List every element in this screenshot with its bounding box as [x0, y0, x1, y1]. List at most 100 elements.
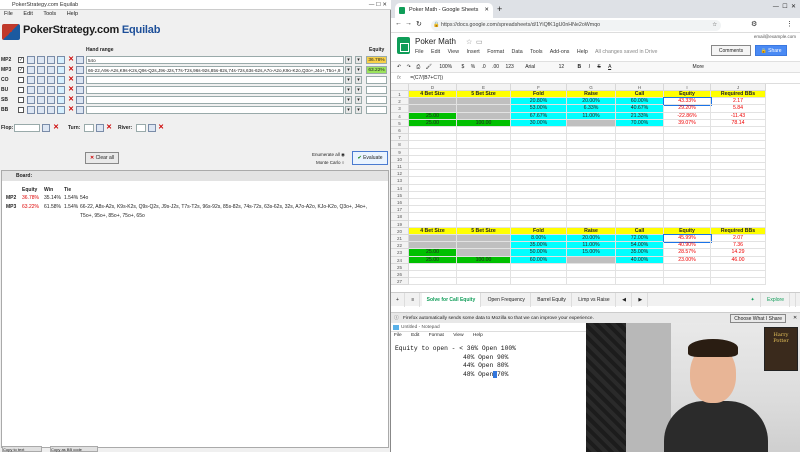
preflop-icon[interactable]: [76, 96, 84, 104]
grid-cell[interactable]: [711, 170, 766, 178]
random-icon[interactable]: [57, 66, 65, 74]
table-cell[interactable]: 20.80%: [511, 98, 567, 106]
forward-icon[interactable]: →: [405, 20, 412, 27]
menu-file[interactable]: File: [415, 49, 424, 55]
explore-button[interactable]: ✦ Explore: [740, 293, 796, 307]
hand-range-input[interactable]: [86, 76, 344, 84]
window-controls[interactable]: — ☐ ✕: [369, 0, 387, 10]
grid-cell[interactable]: [664, 134, 711, 142]
range-dropdown-icon[interactable]: ▾: [345, 106, 352, 114]
grid-cell[interactable]: [616, 206, 664, 214]
menu-tools[interactable]: Tools: [530, 49, 542, 55]
range-dropdown-icon[interactable]: ▾: [345, 86, 352, 94]
grid-cell[interactable]: [409, 141, 457, 149]
grid-cell[interactable]: [409, 191, 457, 199]
grid-cell[interactable]: [457, 163, 511, 171]
grid-cell[interactable]: [457, 141, 511, 149]
menu-view[interactable]: View: [453, 333, 463, 338]
range-dropdown-icon[interactable]: ▾: [355, 66, 362, 74]
grid-cell[interactable]: [711, 184, 766, 192]
table-cell[interactable]: 2.17: [711, 98, 766, 106]
table-cell[interactable]: [567, 256, 616, 264]
random-icon[interactable]: [57, 96, 65, 104]
choose-what-i-share-button[interactable]: Choose What I Share: [730, 314, 786, 323]
bookmark-star-icon[interactable]: ☆: [712, 20, 717, 31]
menu-format[interactable]: Format: [429, 333, 444, 338]
row-header[interactable]: 15: [391, 191, 409, 199]
table-header-cell[interactable]: 5 Bet Size: [457, 227, 511, 235]
hand-range-input[interactable]: [86, 86, 344, 94]
column-header[interactable]: E: [457, 84, 511, 91]
table-cell[interactable]: 15.00%: [567, 249, 616, 257]
italic-button[interactable]: I: [589, 64, 590, 70]
column-header[interactable]: G: [567, 84, 616, 91]
menu-edit[interactable]: Edit: [411, 333, 419, 338]
range-matrix-icon[interactable]: [27, 66, 35, 74]
table-cell[interactable]: [567, 119, 616, 127]
grid-cell[interactable]: [457, 148, 511, 156]
table-cell[interactable]: [409, 105, 457, 113]
grid-cell[interactable]: [457, 213, 511, 221]
back-icon[interactable]: ←: [395, 20, 402, 27]
grid-cell[interactable]: [664, 220, 711, 228]
table-cell[interactable]: 25.00: [409, 119, 457, 127]
menu-help[interactable]: Help: [473, 333, 483, 338]
grid-cell[interactable]: [409, 271, 457, 279]
table-cell[interactable]: [409, 242, 457, 250]
row-header[interactable]: 8: [391, 141, 409, 149]
grid-cell[interactable]: [511, 170, 567, 178]
row-header[interactable]: 7: [391, 134, 409, 142]
table-cell[interactable]: 5.84: [711, 105, 766, 113]
row-header[interactable]: 27: [391, 278, 409, 286]
table-cell[interactable]: [457, 242, 511, 250]
grid-cell[interactable]: [664, 191, 711, 199]
grid-cell[interactable]: [567, 177, 616, 185]
grid-cell[interactable]: [567, 220, 616, 228]
new-tab-icon[interactable]: +: [497, 3, 502, 15]
table-header-cell[interactable]: Required BBs: [711, 91, 766, 99]
grid-cell[interactable]: [616, 177, 664, 185]
grid-cell[interactable]: [457, 278, 511, 286]
grid-cell[interactable]: [616, 191, 664, 199]
table-cell[interactable]: 78.14: [711, 119, 766, 127]
grid-cell[interactable]: [457, 206, 511, 214]
grid-cell[interactable]: [567, 271, 616, 279]
row-header[interactable]: 3: [391, 105, 409, 113]
table-header-cell[interactable]: Call: [616, 91, 664, 99]
table-header-cell[interactable]: Required BBs: [711, 227, 766, 235]
enumerate-all-option[interactable]: Enumerate all ◉: [312, 152, 345, 158]
grid-cell[interactable]: [664, 170, 711, 178]
folder-icon[interactable]: ▭: [476, 38, 483, 46]
table-cell[interactable]: 40.67%: [616, 105, 664, 113]
grid-cell[interactable]: [511, 184, 567, 192]
grid-cell[interactable]: [664, 155, 711, 163]
row-header[interactable]: 6: [391, 127, 409, 135]
table-cell[interactable]: 25.00: [409, 256, 457, 264]
range-matrix-icon[interactable]: [27, 56, 35, 64]
grid-cell[interactable]: [711, 134, 766, 142]
grid-cell[interactable]: [511, 263, 567, 271]
evaluate-button[interactable]: ✔ Evaluate: [352, 151, 388, 165]
grid-cell[interactable]: [711, 206, 766, 214]
grid-cell[interactable]: [711, 155, 766, 163]
row-header[interactable]: 21: [391, 235, 409, 243]
range-dropdown-icon[interactable]: ▾: [345, 56, 352, 64]
table-cell[interactable]: 67.67%: [511, 112, 567, 120]
table-cell[interactable]: 54.00%: [616, 242, 664, 250]
grid-cell[interactable]: [511, 213, 567, 221]
table-cell[interactable]: 39.07%: [664, 119, 711, 127]
menu-help[interactable]: Help: [577, 49, 588, 55]
player-checkbox[interactable]: [18, 97, 24, 103]
range-dropdown-icon[interactable]: ▾: [355, 76, 362, 84]
grid-cell[interactable]: [409, 177, 457, 185]
table-cell[interactable]: 43.33%: [663, 97, 712, 107]
preflop-icon[interactable]: [76, 86, 84, 94]
grid-cell[interactable]: [457, 263, 511, 271]
grid-cell[interactable]: [616, 278, 664, 286]
grid-cell[interactable]: [711, 220, 766, 228]
more-button[interactable]: More: [693, 64, 704, 70]
random-icon[interactable]: [57, 56, 65, 64]
range-dropdown-icon[interactable]: ▾: [345, 76, 352, 84]
range-matrix-icon[interactable]: [27, 76, 35, 84]
column-header[interactable]: I: [664, 84, 711, 91]
